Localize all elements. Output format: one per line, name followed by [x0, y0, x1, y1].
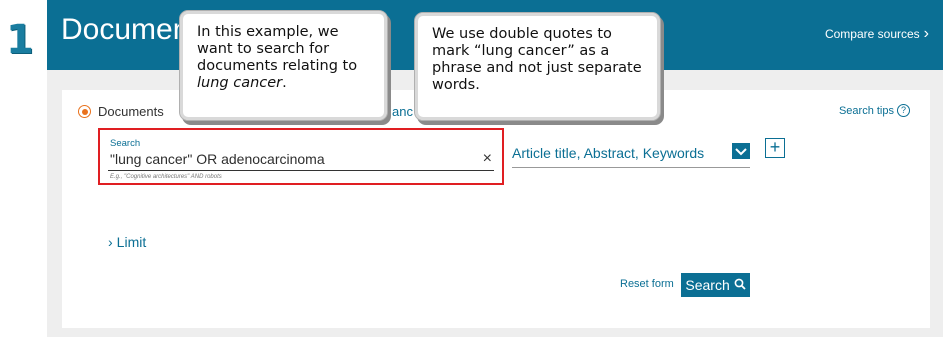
search-panel — [62, 90, 930, 328]
reset-form-link[interactable]: Reset form — [620, 278, 674, 290]
search-tips-link[interactable]: Search tips ? — [839, 104, 910, 117]
search-button[interactable]: Search — [681, 273, 750, 297]
callout-quotes-text: We use double quotes to mark “lung cance… — [432, 26, 642, 93]
search-example-hint: E.g., "Cognitive architectures" AND robo… — [110, 174, 222, 180]
documents-radio[interactable]: Documents — [78, 104, 164, 119]
field-select[interactable]: Article title, Abstract, Keywords — [512, 143, 750, 168]
documents-radio-label: Documents — [98, 104, 164, 119]
search-tips-label: Search tips — [838, 104, 894, 117]
callout-example-tail: . — [282, 75, 287, 91]
add-search-field-button[interactable]: + — [765, 138, 785, 158]
field-select-value: Article title, Abstract, Keywords — [512, 145, 705, 161]
callout-example-text: In this example, we want to search for d… — [197, 24, 358, 74]
page-title: Documen — [61, 13, 190, 46]
close-icon[interactable]: × — [483, 150, 492, 168]
search-label: Search — [110, 138, 141, 149]
step-number: 1 — [6, 17, 34, 63]
search-box-highlight: Search "lung cancer" OR adenocarcinoma ×… — [98, 128, 504, 185]
radio-selected-icon — [78, 105, 91, 118]
chevron-down-icon[interactable] — [732, 143, 750, 159]
callout-example-italic: lung cancer — [197, 75, 283, 91]
chevron-right-icon: › — [108, 234, 113, 250]
search-input[interactable]: "lung cancer" OR adenocarcinoma — [110, 151, 325, 167]
chevron-right-icon: › — [923, 25, 929, 42]
search-button-label: Search — [685, 277, 730, 293]
compare-sources-link[interactable]: Compare sources › — [824, 25, 929, 42]
advanced-tab-fragment[interactable]: anc — [392, 104, 413, 119]
search-input-underline — [108, 170, 494, 171]
callout-example: In this example, we want to search for d… — [179, 10, 388, 121]
question-icon: ? — [897, 104, 910, 117]
limit-label: Limit — [116, 234, 147, 250]
limit-toggle[interactable]: › Limit — [108, 234, 146, 250]
callout-quotes: We use double quotes to mark “lung cance… — [414, 12, 661, 121]
search-icon — [734, 277, 746, 293]
compare-sources-label: Compare sources — [824, 27, 920, 41]
